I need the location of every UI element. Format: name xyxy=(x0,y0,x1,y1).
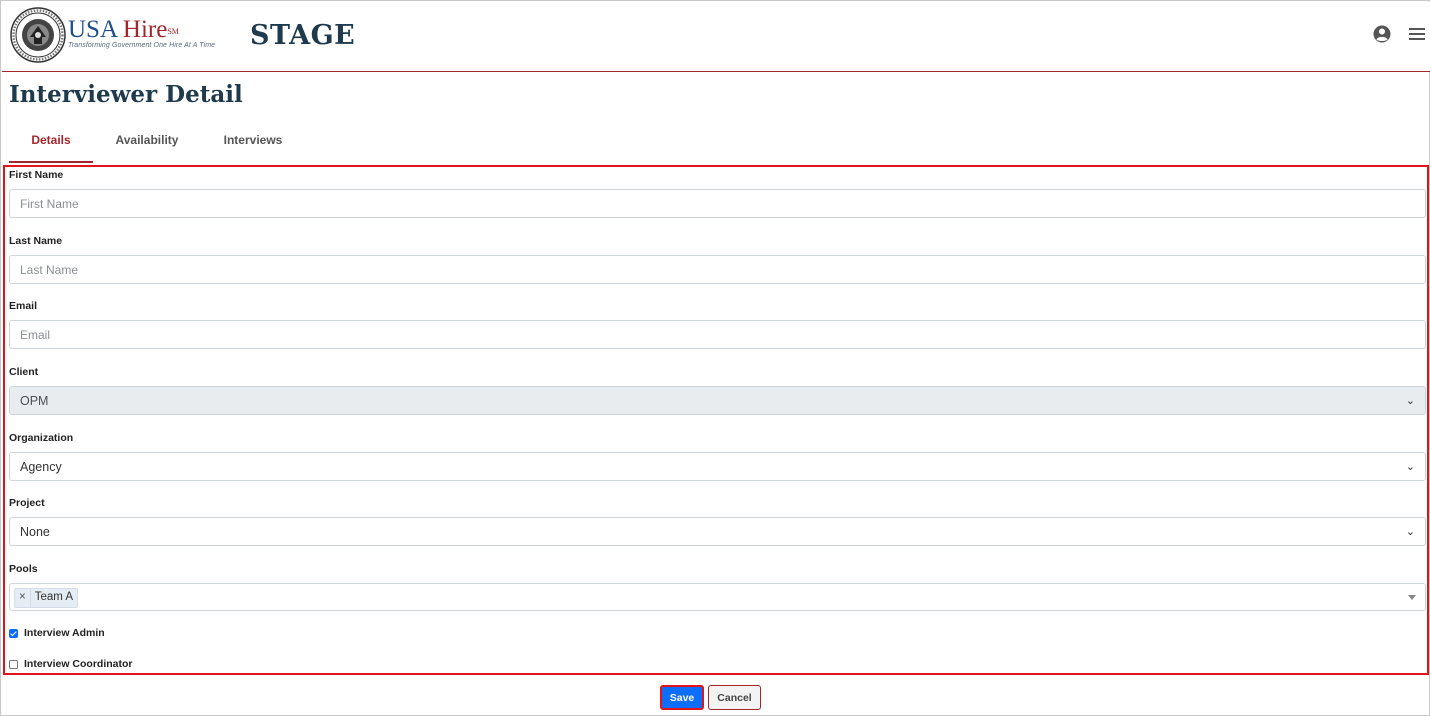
tab-details[interactable]: Details xyxy=(9,123,93,163)
environment-label: STAGE xyxy=(250,20,356,51)
caret-down-icon[interactable] xyxy=(1408,595,1416,600)
email-input[interactable] xyxy=(9,320,1426,349)
project-select[interactable]: None ⌄ xyxy=(9,517,1426,546)
organization-select-value: Agency xyxy=(20,459,62,474)
email-label: Email xyxy=(9,300,38,312)
project-select-value: None xyxy=(20,524,50,539)
save-button[interactable]: Save xyxy=(660,685,704,710)
app-window: USA HireSM Transforming Government One H… xyxy=(0,0,1430,716)
organization-select[interactable]: Agency ⌄ xyxy=(9,452,1426,481)
brand-tagline: Transforming Government One Hire At A Ti… xyxy=(68,42,216,49)
tab-bar: Details Availability Interviews xyxy=(9,123,1429,163)
first-name-input[interactable] xyxy=(9,189,1426,218)
cancel-button[interactable]: Cancel xyxy=(708,685,761,710)
brand-hire-text: Hire xyxy=(122,16,168,43)
usa-hire-brand: USA HireSM Transforming Government One H… xyxy=(68,16,216,49)
organization-label: Organization xyxy=(9,432,74,444)
chevron-down-icon: ⌄ xyxy=(1405,395,1415,407)
interview-admin-row: Interview Admin xyxy=(9,627,105,639)
chevron-down-icon: ⌄ xyxy=(1405,461,1415,473)
interview-coordinator-checkbox[interactable] xyxy=(9,659,18,669)
chevron-down-icon: ⌄ xyxy=(1405,526,1415,538)
pools-label: Pools xyxy=(9,563,38,575)
tab-availability[interactable]: Availability xyxy=(105,123,189,161)
first-name-label: First Name xyxy=(9,169,64,181)
interview-coordinator-row: Interview Coordinator xyxy=(9,658,133,670)
last-name-label: Last Name xyxy=(9,235,63,247)
client-select-value: OPM xyxy=(20,393,49,408)
interview-admin-checkbox[interactable] xyxy=(9,628,18,638)
project-label: Project xyxy=(9,497,45,509)
opm-seal-logo xyxy=(10,7,66,63)
app-header: USA HireSM Transforming Government One H… xyxy=(2,2,1430,72)
pool-chip-label: Team A xyxy=(34,591,74,603)
brand-usa-text: USA xyxy=(68,16,117,43)
pool-chip: × Team A xyxy=(14,588,79,608)
page-title: Interviewer Detail xyxy=(9,81,243,108)
client-select: OPM ⌄ xyxy=(9,386,1426,415)
remove-chip-icon[interactable]: × xyxy=(15,589,31,607)
tab-interviews[interactable]: Interviews xyxy=(211,123,295,161)
user-circle-icon[interactable] xyxy=(1372,24,1392,44)
last-name-input[interactable] xyxy=(9,255,1426,284)
brand-sm-mark: SM xyxy=(167,27,179,36)
interview-admin-label: Interview Admin xyxy=(24,627,105,639)
client-label: Client xyxy=(9,366,39,378)
pools-multiselect[interactable]: × Team A xyxy=(9,583,1426,611)
hamburger-menu-icon[interactable] xyxy=(1407,24,1427,44)
interview-coordinator-label: Interview Coordinator xyxy=(24,658,133,670)
